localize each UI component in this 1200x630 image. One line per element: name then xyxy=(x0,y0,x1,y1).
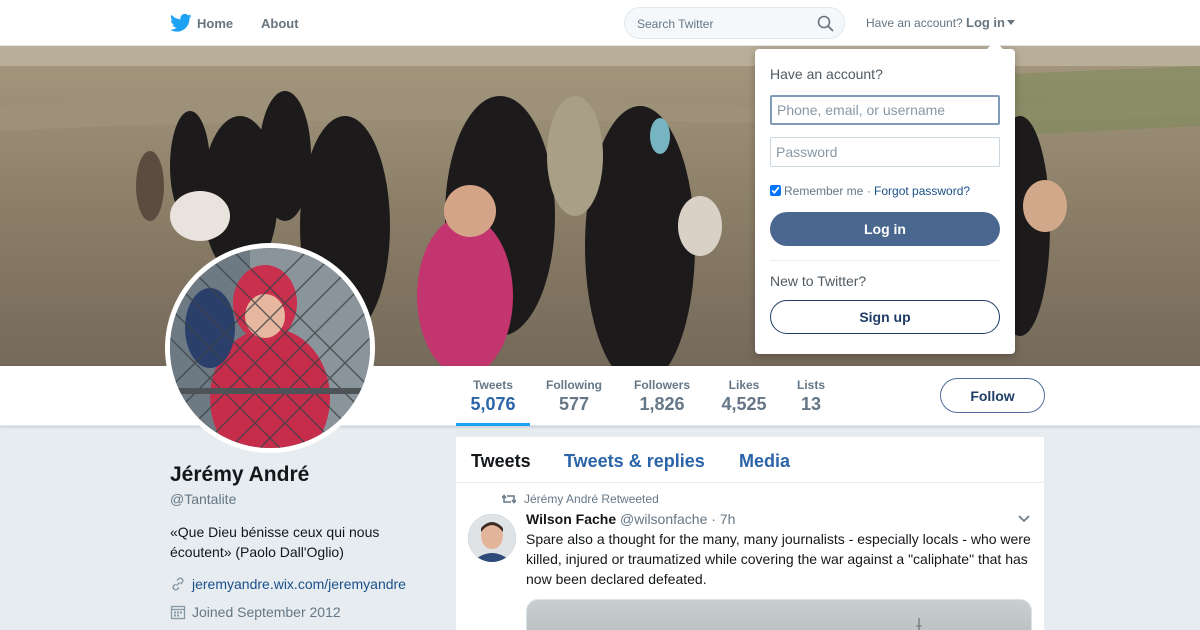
tweet-media-illustration xyxy=(916,618,922,630)
timeline-tabs: Tweets Tweets & replies Media xyxy=(456,437,1044,483)
remember-me-checkbox[interactable] xyxy=(770,185,781,196)
login-button[interactable]: Log in xyxy=(770,212,1000,246)
calendar-icon xyxy=(170,605,186,620)
remember-separator: · xyxy=(863,184,875,198)
stat-label: Following xyxy=(546,378,602,392)
tweet-author-name[interactable]: Wilson Fache xyxy=(526,511,616,527)
search-box xyxy=(624,7,845,39)
profile-joined-date: Joined September 2012 xyxy=(170,604,341,620)
caret-down-icon xyxy=(1007,20,1015,25)
stat-value: 5,076 xyxy=(470,394,516,414)
stat-value: 1,826 xyxy=(639,394,685,414)
nav-about-link[interactable]: About xyxy=(261,16,299,31)
joined-text: Joined September 2012 xyxy=(192,604,341,620)
profile-bio: «Que Dieu bénisse ceux qui nous écoutent… xyxy=(170,524,380,560)
twitter-bird-icon[interactable] xyxy=(170,13,192,33)
signup-button[interactable]: Sign up xyxy=(770,300,1000,334)
remember-me-label[interactable]: Remember me xyxy=(784,184,863,198)
stat-value: 577 xyxy=(558,394,590,414)
stat-following[interactable]: Following 577 xyxy=(540,366,608,426)
tweet-author-avatar[interactable] xyxy=(468,514,516,562)
tab-tweets-and-replies[interactable]: Tweets & replies xyxy=(564,451,705,472)
avatar-illustration xyxy=(170,248,370,448)
follow-button[interactable]: Follow xyxy=(940,378,1045,413)
stat-likes[interactable]: Likes 4,525 xyxy=(716,366,772,426)
stat-label: Lists xyxy=(796,378,825,392)
profile-name: Jérémy André xyxy=(170,463,310,486)
tweet-timestamp[interactable]: · 7h xyxy=(711,511,735,527)
tab-tweets[interactable]: Tweets xyxy=(471,451,531,472)
tweet-avatar-illustration xyxy=(468,514,516,562)
have-account-text: Have an account? xyxy=(866,16,963,30)
tweet-author-line: Wilson Fache @wilsonfache · 7h xyxy=(526,511,735,527)
stat-lists[interactable]: Lists 13 xyxy=(790,366,832,426)
search-input[interactable] xyxy=(637,15,807,32)
profile-handle: @Tantalite xyxy=(170,491,237,507)
forgot-password-link[interactable]: Forgot password? xyxy=(874,184,970,198)
new-to-twitter-text: New to Twitter? xyxy=(770,273,867,289)
top-navigation-bar: Home About Have an account? Log in xyxy=(0,0,1200,46)
website-link-text[interactable]: jeremyandre.wix.com/jeremyandre xyxy=(192,576,406,592)
link-icon xyxy=(172,577,184,591)
stat-value: 4,525 xyxy=(721,394,767,414)
password-field[interactable] xyxy=(770,137,1000,167)
stat-label: Likes xyxy=(728,378,760,392)
tweet-media-image[interactable] xyxy=(526,599,1032,630)
stat-followers[interactable]: Followers 1,826 xyxy=(628,366,696,426)
profile-avatar[interactable] xyxy=(165,243,375,453)
timeline: Tweets Tweets & replies Media Jérémy And… xyxy=(456,437,1044,630)
avatar-photo xyxy=(170,248,370,448)
nav-home-link[interactable]: Home xyxy=(197,16,233,31)
username-field[interactable] xyxy=(770,95,1000,125)
search-icon[interactable] xyxy=(817,15,834,32)
remember-me-row: Remember me · Forgot password? xyxy=(770,184,970,198)
login-dropdown: Have an account? Remember me · Forgot pa… xyxy=(755,41,1015,354)
retweet-context[interactable]: Jérémy André Retweeted xyxy=(502,492,659,506)
tab-media[interactable]: Media xyxy=(739,451,790,472)
login-dropdown-title: Have an account? xyxy=(770,66,883,82)
login-toggle-label: Log in xyxy=(966,15,1005,30)
dropdown-divider xyxy=(770,260,1000,261)
retweeted-by-text: Jérémy André Retweeted xyxy=(524,492,659,506)
login-dropdown-toggle[interactable]: Log in xyxy=(966,15,1015,30)
stat-tweets[interactable]: Tweets 5,076 xyxy=(456,366,530,426)
tweet-author-handle[interactable]: @wilsonfache xyxy=(620,511,707,527)
retweet-icon xyxy=(502,494,516,504)
tweet-text: Spare also a thought for the many, many … xyxy=(526,531,1031,587)
stat-value: 13 xyxy=(800,394,822,414)
stat-label: Tweets xyxy=(473,378,513,392)
chevron-down-icon[interactable] xyxy=(1018,515,1030,523)
profile-website[interactable]: jeremyandre.wix.com/jeremyandre xyxy=(170,576,406,592)
stat-label: Followers xyxy=(633,378,690,392)
